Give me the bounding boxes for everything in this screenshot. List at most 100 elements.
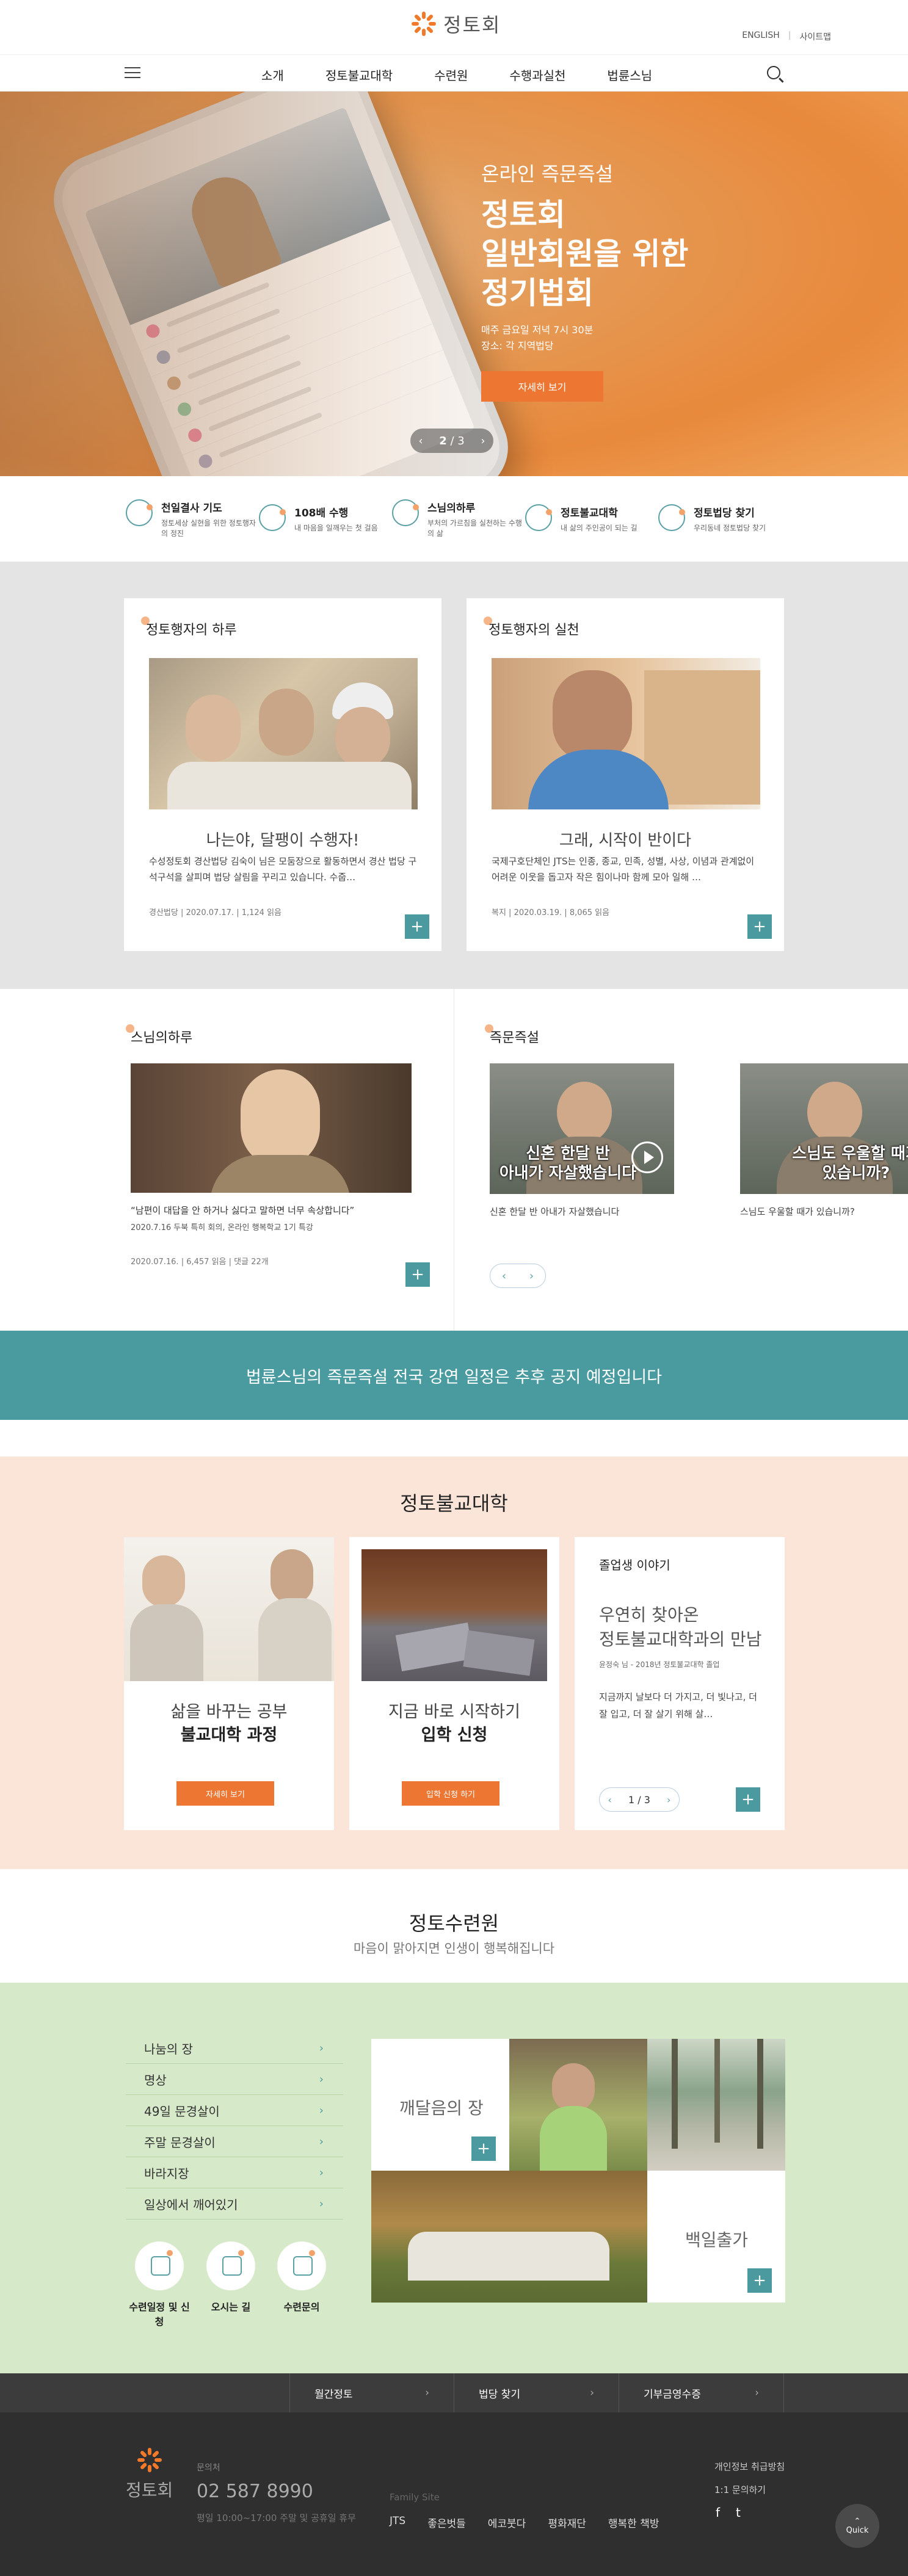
- family-link[interactable]: 좋은벗들: [427, 2515, 466, 2530]
- training-menu-item[interactable]: 주말 문경살이 ›: [126, 2126, 343, 2157]
- monk-sub: 2020.7.16 두북 특히 회의, 온라인 행복학교 1기 특강: [131, 1223, 313, 1232]
- prev-arrow-icon[interactable]: ‹: [418, 435, 423, 447]
- qna-video-2[interactable]: 스님도 우울할 때가 있습니까?: [740, 1063, 908, 1194]
- qna-video-1[interactable]: 신혼 한달 반 아내가 자살했습니다: [490, 1063, 674, 1194]
- nav-item-practice[interactable]: 수행과실천: [509, 66, 565, 84]
- more-button[interactable]: +: [405, 1262, 430, 1287]
- practice-day-photo: [149, 658, 418, 809]
- training-menu-item[interactable]: 49일 문경살이 ›: [126, 2095, 343, 2126]
- graduate-meta: 윤정숙 님 - 2018년 정토불교대학 졸업: [599, 1660, 720, 1669]
- schedule-link[interactable]: 수련일정 및 신청: [126, 2241, 193, 2328]
- prev-arrow-icon[interactable]: ‹: [502, 1270, 506, 1283]
- more-button[interactable]: +: [405, 914, 429, 939]
- training-menu-item[interactable]: 일상에서 깨어있기 ›: [126, 2188, 343, 2220]
- video-caption: 스님도 우울할 때가 있습니까?: [792, 1145, 908, 1182]
- training-menu-item[interactable]: 바라지장 ›: [126, 2157, 343, 2188]
- tile-label: 깨달음의 장: [399, 2098, 484, 2118]
- next-arrow-icon[interactable]: ›: [481, 435, 485, 447]
- practice-day-card[interactable]: 정토행자의 하루 나는야, 달팽이 수행자! 수성정토회 경산법당 김숙이 님은…: [124, 598, 441, 951]
- quick-top-button[interactable]: ⌃ Quick: [835, 2504, 879, 2548]
- quick-link-prayer[interactable]: 천일결사 기도 정토세상 실현을 위한 정토행자의 정진: [126, 499, 259, 539]
- family-link[interactable]: 행복한 책방: [608, 2515, 659, 2530]
- tile-label: 백일출가: [685, 2230, 749, 2250]
- next-arrow-icon[interactable]: ›: [529, 1270, 534, 1283]
- video-slider-arrows: ‹ ›: [490, 1264, 546, 1288]
- card-desc: 국제구호단체인 JTS는 인종, 종교, 민족, 성별, 사상, 이념과 관계없…: [492, 856, 755, 883]
- inquiry-link[interactable]: 수련문의: [271, 2241, 332, 2314]
- family-link[interactable]: JTS: [390, 2515, 405, 2530]
- course-photo: [124, 1537, 334, 1681]
- nav-item-about[interactable]: 소개: [261, 66, 284, 84]
- nav-item-monk[interactable]: 법륜스님: [607, 66, 652, 84]
- training-menu-item[interactable]: 명상 ›: [126, 2064, 343, 2095]
- english-link[interactable]: ENGLISH: [742, 31, 780, 43]
- hero-detail-button[interactable]: 자세히 보기: [481, 371, 603, 402]
- quick-link-108[interactable]: 108배 수행 내 마음을 일깨우는 첫 걸음: [259, 504, 392, 534]
- graduate-headline: 우연히 찾아온 정토불교대학과의 만남: [599, 1605, 762, 1649]
- meditation-photo: [509, 2039, 647, 2171]
- utility-links: ENGLISH | 사이트맵: [742, 31, 831, 43]
- hundred-day-tile[interactable]: 백일출가 +: [647, 2171, 785, 2303]
- course-card[interactable]: 삶을 바꾸는 공부 불교대학 과정 자세히 보기: [124, 1537, 334, 1830]
- facebook-icon[interactable]: f: [716, 2505, 720, 2520]
- graduate-story-card[interactable]: 졸업생 이야기 우연히 찾아온 정토불교대학과의 만남 윤정숙 님 - 2018…: [575, 1537, 785, 1830]
- chat-icon: [277, 2241, 326, 2290]
- site-footer: 정토회 문의처 02 587 8990 평일 10:00~17:00 주말 및 …: [0, 2412, 908, 2576]
- notice-text: 법륜스님의 즉문즉설 전국 강연 일정은 추후 공지 예정입니다: [245, 1367, 663, 1387]
- next-arrow-icon[interactable]: ›: [667, 1794, 670, 1806]
- quick-link-monk-day[interactable]: 스님의하루 부처의 가르침을 실천하는 수행의 삶: [392, 499, 525, 539]
- play-icon[interactable]: [631, 1141, 663, 1173]
- donation-receipt-link[interactable]: 기부금영수증 ›: [619, 2373, 784, 2412]
- monk-meta: 2020.07.16. | 6,457 읽음 | 댓글 22개: [131, 1257, 269, 1267]
- chevron-right-icon: ›: [319, 2104, 324, 2117]
- practice-action-card[interactable]: 정토행자의 실천 그래, 시작이 반이다 국제구호단체인 JTS는 인종, 종교…: [467, 598, 784, 951]
- nav-item-training[interactable]: 수련원: [434, 66, 468, 84]
- lotus-logo-icon: [136, 2447, 163, 2473]
- lecture-notice-banner: 법륜스님의 즉문즉설 전국 강연 일정은 추후 공지 예정입니다: [0, 1331, 908, 1420]
- logo-text: 정토회: [443, 13, 501, 37]
- monk-photo[interactable]: [131, 1063, 412, 1193]
- prev-arrow-icon[interactable]: ‹: [608, 1794, 612, 1806]
- card-title: 정토행자의 하루: [141, 617, 237, 639]
- directions-link[interactable]: 오시는 길: [200, 2241, 261, 2314]
- apply-button[interactable]: 입학 신청 하기: [402, 1781, 499, 1806]
- awakening-tile[interactable]: 깨달음의 장 +: [371, 2039, 509, 2171]
- admission-card[interactable]: 지금 바로 시작하기 입학 신청 입학 신청 하기: [349, 1537, 559, 1830]
- video-title[interactable]: 신혼 한달 반 아내가 자살했습니다: [490, 1205, 619, 1218]
- family-link[interactable]: 평화재단: [548, 2515, 586, 2530]
- site-logo[interactable]: 정토회: [410, 10, 501, 38]
- more-button[interactable]: +: [471, 2136, 496, 2161]
- more-button[interactable]: +: [747, 914, 772, 939]
- family-link[interactable]: 에코붓다: [488, 2515, 526, 2530]
- more-button[interactable]: +: [736, 1787, 760, 1812]
- more-button[interactable]: +: [747, 2268, 772, 2293]
- qna-title: 즉문즉설: [485, 1024, 539, 1046]
- training-menu-item[interactable]: 나눔의 장 ›: [126, 2033, 343, 2064]
- divider: |: [788, 31, 791, 40]
- card-headline: 나는야, 달팽이 수행자!: [206, 831, 360, 850]
- video-title[interactable]: 스님도 우울할 때가 있습니까?: [740, 1205, 855, 1218]
- quick-link-find-temple[interactable]: 정토법당 찾기 우리동네 정토법당 찾기: [658, 504, 791, 534]
- course-detail-button[interactable]: 자세히 보기: [176, 1781, 274, 1806]
- site-header: 정토회 ENGLISH | 사이트맵 소개 정토불교대학 수련원 수행과실천 법…: [0, 0, 908, 92]
- nav-item-university[interactable]: 정토불교대학: [325, 66, 393, 84]
- sitemap-link[interactable]: 사이트맵: [799, 31, 831, 43]
- family-site-label: Family Site: [390, 2492, 440, 2503]
- quick-link-university[interactable]: 정토불교대학 내 삶의 주인공이 되는 길: [525, 504, 658, 534]
- twitter-icon[interactable]: t: [736, 2505, 741, 2520]
- graduate-desc: 지금까지 날보다 더 가지고, 더 빛나고, 더 잘 입고, 더 잘 살기 위해…: [599, 1691, 757, 1720]
- video-caption: 신혼 한달 반 아내가 자살했습니다: [499, 1145, 637, 1182]
- menu-icon[interactable]: [125, 67, 140, 79]
- search-icon[interactable]: [767, 66, 780, 79]
- card-desc: 수성정토회 경산법당 김숙이 님은 모둠장으로 활동하면서 경산 법당 구석구석…: [149, 856, 417, 883]
- chevron-right-icon: ›: [319, 2135, 324, 2148]
- monthly-jungto-link[interactable]: 월간정토 ›: [289, 2373, 454, 2412]
- chevron-right-icon: ›: [319, 2072, 324, 2086]
- privacy-link[interactable]: 개인정보 취급방침: [714, 2455, 785, 2478]
- inquiry-link[interactable]: 1:1 문의하기: [714, 2478, 785, 2502]
- find-temple-link[interactable]: 법당 찾기 ›: [454, 2373, 619, 2412]
- family-site-links: JTS 좋은벗들 에코붓다 평화재단 행복한 책방: [390, 2515, 659, 2530]
- calendar-icon: [135, 2241, 184, 2290]
- card-headline: 그래, 시작이 반이다: [559, 831, 692, 850]
- card-meta: 경산법당 | 2020.07.17. | 1,124 읽음: [149, 908, 282, 917]
